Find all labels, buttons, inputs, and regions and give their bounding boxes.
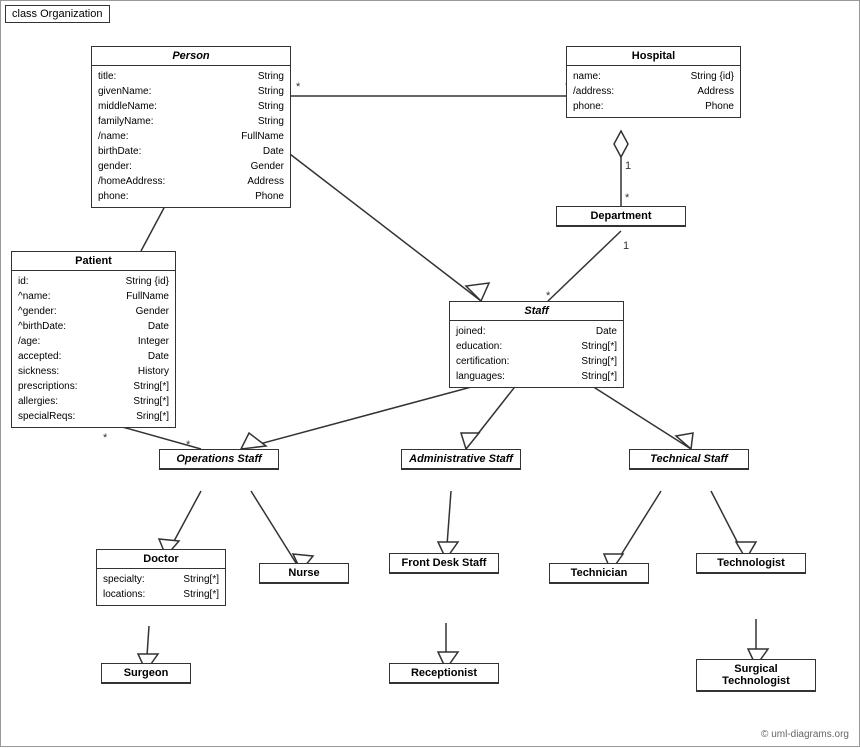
receptionist-class: Receptionist — [389, 663, 499, 684]
copyright: © uml-diagrams.org — [761, 729, 849, 740]
surgeon-class: Surgeon — [101, 663, 191, 684]
hospital-class: Hospital name:String {id} /address:Addre… — [566, 46, 741, 118]
staff-class: Staff joined:Date education:String[*] ce… — [449, 301, 624, 388]
hospital-title: Hospital — [567, 47, 740, 66]
doctor-class: Doctor specialty:String[*] locations:Str… — [96, 549, 226, 606]
front-desk-title: Front Desk Staff — [390, 554, 498, 573]
nurse-title: Nurse — [260, 564, 348, 583]
technical-staff-class: Technical Staff — [629, 449, 749, 470]
patient-attrs: id:String {id} ^name:FullName ^gender:Ge… — [12, 271, 175, 427]
patient-class: Patient id:String {id} ^name:FullName ^g… — [11, 251, 176, 428]
technologist-class: Technologist — [696, 553, 806, 574]
svg-text:*: * — [103, 432, 108, 444]
operations-staff-class: Operations Staff — [159, 449, 279, 470]
patient-title: Patient — [12, 252, 175, 271]
technician-class: Technician — [549, 563, 649, 584]
diagram-label: class Organization — [5, 5, 110, 23]
staff-title: Staff — [450, 302, 623, 321]
diagram-container: class Organization * * 1 * 1 * * * — [0, 0, 860, 747]
surgeon-title: Surgeon — [102, 664, 190, 683]
surgical-technologist-class: Surgical Technologist — [696, 659, 816, 692]
person-attrs: title:String givenName:String middleName… — [92, 66, 290, 207]
svg-text:*: * — [625, 192, 630, 204]
person-class: Person title:String givenName:String mid… — [91, 46, 291, 208]
front-desk-staff-class: Front Desk Staff — [389, 553, 499, 574]
doctor-title: Doctor — [97, 550, 225, 569]
technical-staff-title: Technical Staff — [630, 450, 748, 469]
department-title: Department — [557, 207, 685, 226]
administrative-staff-title: Administrative Staff — [402, 450, 520, 469]
surgical-technologist-title: Surgical Technologist — [697, 660, 815, 691]
svg-text:1: 1 — [625, 160, 631, 172]
technician-title: Technician — [550, 564, 648, 583]
department-class: Department — [556, 206, 686, 227]
doctor-attrs: specialty:String[*] locations:String[*] — [97, 569, 225, 605]
hospital-attrs: name:String {id} /address:Address phone:… — [567, 66, 740, 117]
staff-attrs: joined:Date education:String[*] certific… — [450, 321, 623, 387]
svg-text:1: 1 — [623, 240, 629, 252]
svg-text:*: * — [296, 81, 301, 93]
administrative-staff-class: Administrative Staff — [401, 449, 521, 470]
person-title: Person — [92, 47, 290, 66]
technologist-title: Technologist — [697, 554, 805, 573]
receptionist-title: Receptionist — [390, 664, 498, 683]
operations-staff-title: Operations Staff — [160, 450, 278, 469]
nurse-class: Nurse — [259, 563, 349, 584]
